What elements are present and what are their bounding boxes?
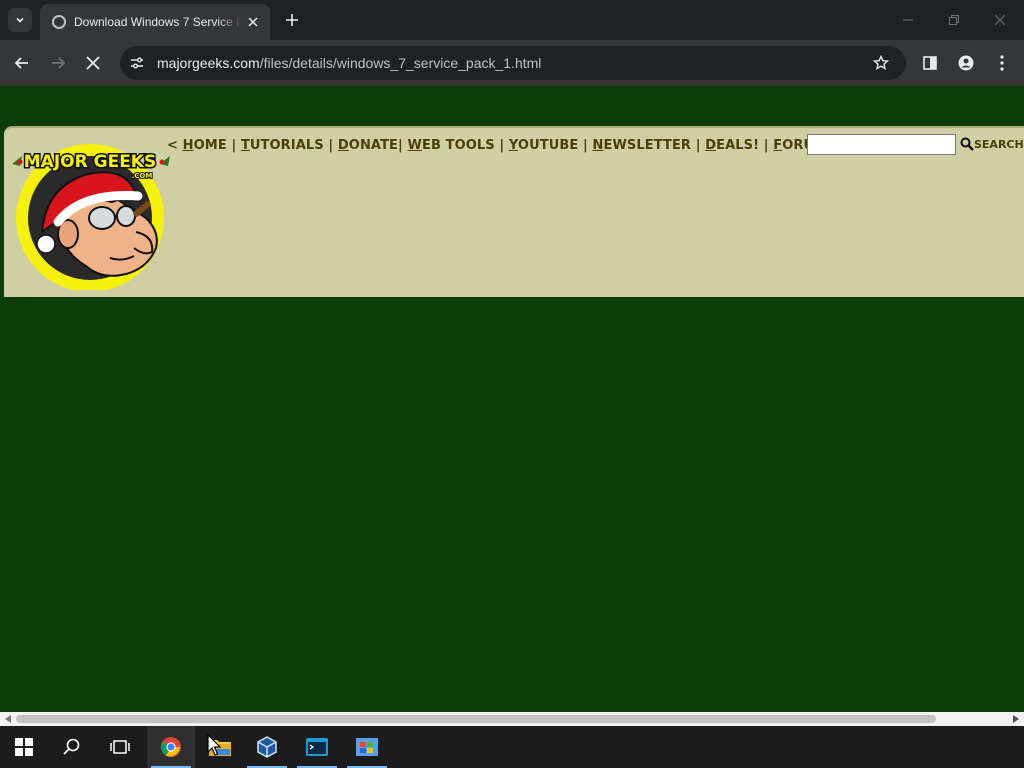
nav-separator: |: [582, 138, 588, 153]
url-text[interactable]: majorgeeks.com/files/details/windows_7_s…: [157, 55, 541, 71]
tab-search-button[interactable]: [8, 8, 32, 32]
scroll-right-button[interactable]: [1012, 715, 1020, 723]
majorgeeks-logo[interactable]: MAJOR GEEKS .COM: [8, 136, 172, 290]
stop-loading-button[interactable]: [81, 51, 105, 75]
scroll-left-button[interactable]: [4, 715, 12, 723]
site-nav: < HOME | TUTORIALS | DONATE| WEB TOOLS |…: [167, 138, 846, 153]
windows-taskbar: [0, 726, 1024, 768]
profile-button[interactable]: [954, 51, 978, 75]
nav-youtube-link[interactable]: YOUTUBE: [509, 138, 578, 153]
chrome-icon: [160, 737, 181, 757]
site-info-button[interactable]: [128, 54, 146, 72]
windows-xp-app-icon: [356, 738, 378, 756]
mouse-cursor-icon: [207, 734, 221, 756]
browser-menu-button[interactable]: [990, 51, 1014, 75]
forward-icon: [52, 57, 66, 69]
bookmark-star-icon: [873, 55, 889, 71]
nav-open-bracket: <: [167, 138, 178, 153]
magnifier-icon: [960, 137, 974, 151]
browser-tabstrip: Download Windows 7 Service Pack 1: [0, 0, 1024, 40]
menu-icon: [1000, 55, 1004, 71]
nav-web-tools-link[interactable]: WEB TOOLS: [408, 138, 495, 153]
start-button[interactable]: [0, 726, 48, 768]
stop-loading-icon: [86, 56, 100, 70]
back-button[interactable]: [10, 51, 34, 75]
page-viewport: MAJOR GEEKS .COM < HOME | TUTORIALS | DO…: [0, 86, 1024, 712]
search-icon: [63, 738, 80, 755]
nav-deals-link[interactable]: DEALS!: [705, 138, 759, 153]
minimize-icon: [903, 19, 913, 21]
taskbar-terminal[interactable]: [293, 726, 341, 768]
tab-close-button[interactable]: [244, 13, 262, 31]
nav-separator: |: [398, 138, 403, 153]
nav-newsletter-link[interactable]: NEWSLETTER: [592, 138, 691, 153]
url-host: majorgeeks.com: [157, 55, 260, 71]
window-close-icon: [995, 15, 1005, 25]
url-path: /files/details/windows_7_service_pack_1.…: [259, 55, 542, 71]
taskbar-windows-xp-app[interactable]: [343, 726, 391, 768]
site-header: MAJOR GEEKS .COM < HOME | TUTORIALS | DO…: [4, 126, 1024, 297]
nav-separator: |: [763, 138, 769, 153]
taskbar-search-button[interactable]: [48, 726, 96, 768]
nav-home-link[interactable]: HOME: [183, 138, 227, 153]
profile-icon: [958, 55, 974, 71]
site-search-button[interactable]: SEARCH >: [960, 137, 1024, 151]
site-search-input[interactable]: [807, 134, 956, 155]
page-favicon-icon: [52, 15, 66, 29]
side-panel-button[interactable]: [918, 51, 942, 75]
nav-separator: |: [695, 138, 701, 153]
nav-tutorials-link[interactable]: TUTORIALS: [241, 138, 324, 153]
bookmark-button[interactable]: [872, 54, 890, 72]
close-icon: [248, 17, 258, 27]
window-close-button[interactable]: [990, 10, 1010, 30]
taskbar-virtualbox[interactable]: [243, 726, 291, 768]
nav-donate-link[interactable]: DONATE: [338, 138, 398, 153]
nav-separator: |: [499, 138, 505, 153]
restore-icon: [949, 15, 959, 25]
nav-separator: |: [328, 138, 334, 153]
forward-button[interactable]: [46, 51, 70, 75]
terminal-icon: [306, 738, 328, 756]
task-view-icon: [110, 740, 130, 754]
task-view-button[interactable]: [96, 726, 144, 768]
site-info-icon: [131, 57, 143, 69]
logo-suffix: .COM: [132, 172, 153, 180]
nav-separator: |: [231, 138, 237, 153]
restore-button[interactable]: [944, 10, 964, 30]
triangle-right-icon: [1013, 715, 1019, 723]
horizontal-scrollbar[interactable]: [0, 712, 1024, 726]
chevron-down-icon: [16, 17, 24, 23]
minimize-button[interactable]: [898, 10, 918, 30]
tab-title: Download Windows 7 Service Pack 1: [74, 15, 242, 29]
taskbar-chrome[interactable]: [147, 726, 195, 768]
new-tab-button[interactable]: [282, 10, 302, 30]
search-label: SEARCH: [974, 137, 1024, 151]
virtualbox-icon: [257, 736, 277, 758]
browser-tab-active[interactable]: Download Windows 7 Service Pack 1: [40, 4, 270, 40]
triangle-left-icon: [5, 715, 11, 723]
plus-icon: [286, 14, 298, 26]
side-panel-icon: [923, 56, 937, 70]
scrollbar-thumb[interactable]: [16, 715, 936, 723]
logo-text: MAJOR GEEKS: [24, 152, 156, 172]
address-bar[interactable]: majorgeeks.com/files/details/windows_7_s…: [120, 46, 906, 80]
start-icon: [15, 738, 33, 756]
back-icon: [14, 57, 28, 69]
browser-toolbar: majorgeeks.com/files/details/windows_7_s…: [0, 40, 1024, 86]
